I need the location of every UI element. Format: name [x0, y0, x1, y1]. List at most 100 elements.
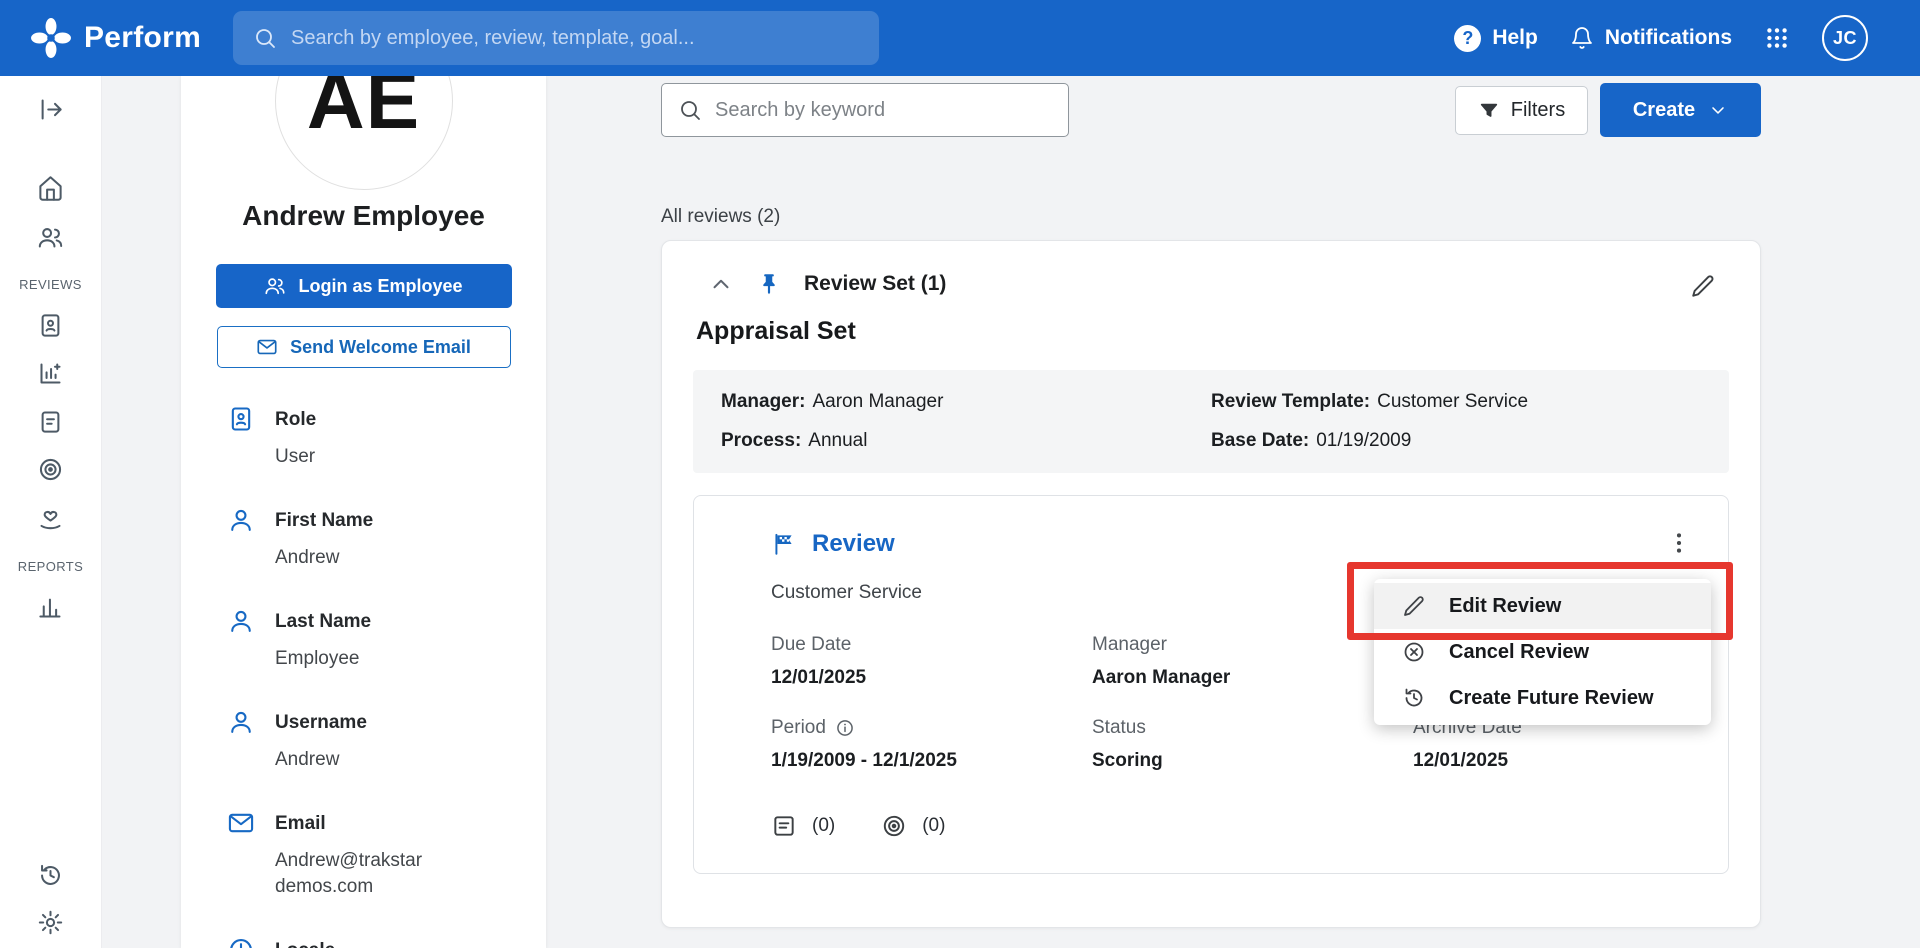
- help-icon: ?: [1454, 24, 1482, 52]
- counter-value: (0): [812, 815, 836, 836]
- review-counters: (0) (0): [771, 813, 945, 839]
- checkered-flag-icon: [771, 531, 797, 557]
- bell-icon: [1570, 26, 1594, 50]
- filter-funnel-icon: [1478, 100, 1500, 122]
- profile-field-last-name: Last Name Employee: [227, 610, 516, 672]
- review-field-status: Status Scoring: [1092, 717, 1413, 772]
- goals-icon: [881, 813, 907, 839]
- navbar-actions: ? Help Notifications JC: [1454, 0, 1868, 76]
- info-icon[interactable]: [835, 718, 855, 738]
- employee-profile-panel: AE Andrew Employee Login as Employee Sen…: [181, 76, 546, 948]
- meta-base-date: Base Date: 01/19/2009: [1211, 430, 1701, 452]
- review-title-link[interactable]: Review: [812, 530, 895, 558]
- review-set-meta: Manager: Aaron Manager Review Template: Cu…: [693, 370, 1729, 473]
- login-as-employee-button[interactable]: Login as Employee: [215, 264, 512, 308]
- menu-item-label: Cancel Review: [1449, 640, 1590, 663]
- field-label: First Name: [275, 510, 374, 531]
- pin-icon: [756, 271, 782, 297]
- field-value: Scoring: [1092, 750, 1163, 771]
- profile-field-username: Username Andrew: [227, 711, 516, 773]
- results-icon[interactable]: [37, 360, 64, 387]
- field-value: Andrew: [275, 547, 340, 568]
- review-field-period: Period 1/19/2009 - 12/1/2025: [771, 717, 1092, 772]
- notifications-label: Notifications: [1604, 26, 1732, 49]
- people-icon: [264, 275, 286, 297]
- meta-process: Process: Annual: [721, 430, 1211, 452]
- field-label: Manager: [1092, 634, 1167, 655]
- field-value: 12/01/2025: [1413, 750, 1509, 771]
- person-icon: [227, 708, 255, 736]
- notes-icon: [771, 813, 797, 839]
- forms-icon[interactable]: [37, 408, 64, 435]
- employee-name: Andrew Employee: [242, 200, 485, 231]
- people-icon[interactable]: [37, 224, 64, 251]
- reports-icon[interactable]: [37, 594, 64, 621]
- field-value: 1/19/2009 - 12/1/2025: [771, 750, 957, 771]
- home-icon[interactable]: [37, 175, 64, 202]
- mail-icon: [227, 809, 255, 837]
- goals-icon[interactable]: [37, 456, 64, 483]
- global-search-input[interactable]: [291, 26, 859, 50]
- send-welcome-email-button[interactable]: Send Welcome Email: [216, 326, 511, 368]
- apps-grid-icon[interactable]: [1764, 25, 1790, 51]
- review-set-name: Appraisal Set: [696, 317, 856, 345]
- field-label: Username: [275, 712, 367, 733]
- meta-manager: Manager: Aaron Manager: [721, 391, 1211, 413]
- search-icon: [678, 98, 702, 122]
- help-label: Help: [1492, 26, 1538, 49]
- brand-name: Perform: [84, 21, 202, 54]
- menu-item-label: Create Future Review: [1449, 686, 1654, 709]
- kebab-menu-icon[interactable]: [1666, 530, 1692, 556]
- login-as-employee-label: Login as Employee: [298, 275, 463, 296]
- review-field-manager: Manager Aaron Manager: [1092, 634, 1413, 689]
- keyword-search-input[interactable]: [715, 98, 1052, 122]
- global-search[interactable]: [233, 11, 879, 65]
- goals-counter[interactable]: (0): [881, 813, 945, 839]
- meta-template: Review Template: Customer Service: [1211, 391, 1701, 413]
- left-sidebar: REVIEWS REPORTS: [0, 76, 102, 948]
- cancel-circle-icon: [1402, 640, 1426, 664]
- field-value: Andrew@trakstardemos.com: [275, 850, 423, 897]
- menu-item-cancel-review[interactable]: Cancel Review: [1374, 629, 1711, 675]
- sidebar-section-reports: REPORTS: [17, 559, 84, 574]
- field-value: 12/01/2025: [771, 667, 867, 688]
- menu-item-edit-review[interactable]: Edit Review: [1374, 583, 1711, 629]
- notifications-button[interactable]: Notifications: [1570, 26, 1732, 50]
- filters-button[interactable]: Filters: [1455, 86, 1588, 135]
- top-navbar: Perform ? Help Notifications JC: [0, 0, 1920, 76]
- edit-set-pencil-icon[interactable]: [1690, 273, 1716, 299]
- menu-item-label: Edit Review: [1449, 594, 1562, 617]
- collapse-chevron-icon[interactable]: [708, 271, 734, 297]
- field-label: Role: [275, 409, 317, 430]
- history-icon[interactable]: [37, 862, 64, 889]
- keyword-search[interactable]: [661, 83, 1069, 137]
- appraisals-icon[interactable]: [37, 312, 64, 339]
- person-icon: [227, 607, 255, 635]
- meta-label: Manager:: [721, 391, 806, 412]
- mail-icon: [256, 336, 278, 358]
- field-label: Status: [1092, 717, 1146, 738]
- meta-label: Review Template:: [1211, 391, 1371, 412]
- sidebar-expand-icon[interactable]: [37, 96, 64, 123]
- user-avatar[interactable]: JC: [1822, 15, 1868, 61]
- notes-counter[interactable]: (0): [771, 813, 835, 839]
- profile-field-role: Role User: [227, 407, 516, 470]
- review-context-menu: Edit Review Cancel Review Create Future …: [1374, 579, 1711, 725]
- review-set-title: Review Set (1): [804, 272, 947, 295]
- settings-gear-icon[interactable]: [37, 909, 64, 936]
- create-label: Create: [1632, 98, 1696, 121]
- menu-item-create-future-review[interactable]: Create Future Review: [1374, 675, 1711, 721]
- engagement-icon[interactable]: [37, 504, 64, 531]
- clock-icon: [227, 936, 255, 948]
- create-button[interactable]: Create: [1600, 83, 1761, 137]
- field-value: Employee: [275, 648, 360, 669]
- field-value: Andrew: [275, 749, 340, 770]
- field-label: Due Date: [771, 634, 852, 655]
- person-icon: [227, 506, 255, 534]
- help-button[interactable]: ? Help: [1454, 24, 1538, 52]
- send-welcome-email-label: Send Welcome Email: [290, 336, 471, 357]
- profile-field-email: Email Andrew@trakstardemos.com: [227, 812, 516, 900]
- meta-label: Process:: [721, 430, 802, 451]
- review-title-row: Review: [771, 530, 1728, 558]
- review-field-archive-date: Archive Date 12/01/2025: [1413, 717, 1728, 772]
